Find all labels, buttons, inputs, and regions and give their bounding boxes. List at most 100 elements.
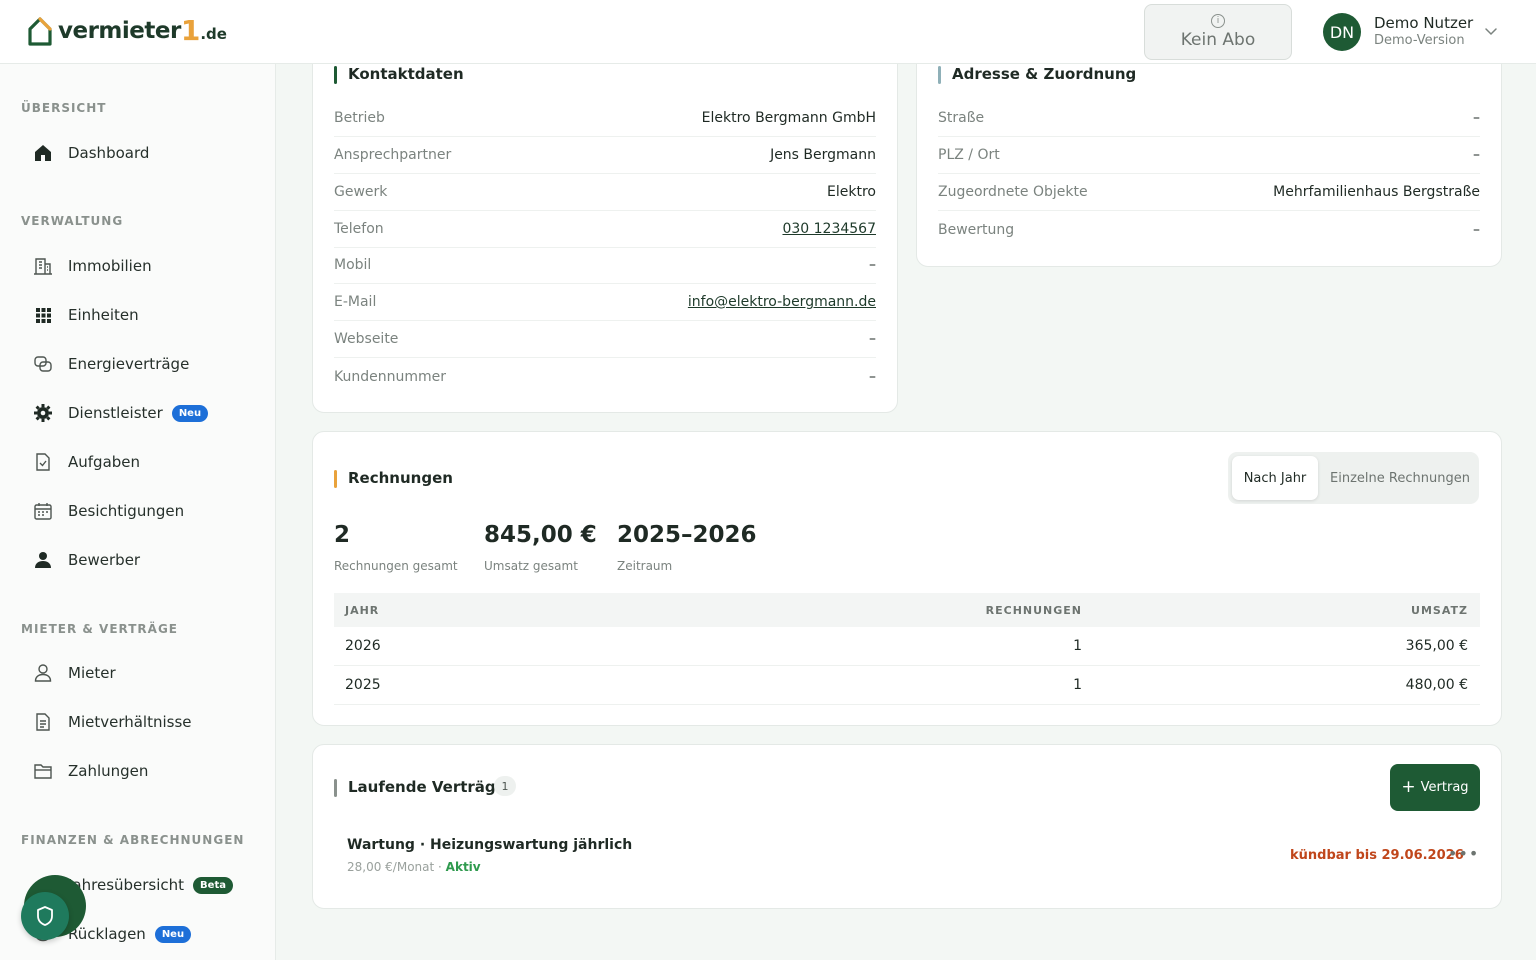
phone-link[interactable]: 030 1234567: [782, 221, 876, 237]
logo-number: 1: [180, 14, 201, 47]
kv-key: Ansprechpartner: [334, 147, 452, 163]
sidebar-item-dienstleister[interactable]: Dienstleister Neu: [22, 393, 254, 433]
top-bar: vermieter 1 .de i Kein Abo DN Demo Nutze…: [0, 0, 1536, 64]
calendar-icon: [22, 501, 64, 521]
sidebar-item-einheiten[interactable]: Einheiten: [22, 295, 254, 335]
contract-status: Aktiv: [445, 860, 481, 874]
kv-row: Mobil –: [334, 247, 876, 284]
user-name[interactable]: Demo Nutzer: [1374, 14, 1473, 32]
shield-icon: [37, 906, 53, 926]
table-row[interactable]: 2025 1 480,00 €: [334, 666, 1480, 705]
sidebar-item-aufgaben[interactable]: Aufgaben: [22, 442, 254, 482]
kv-row: Gewerk Elektro: [334, 174, 876, 211]
kv-row: PLZ / Ort –: [938, 137, 1480, 174]
grid-icon: [22, 305, 64, 325]
new-badge: Neu: [171, 404, 209, 422]
invoice-view-toggle: Nach Jahr Einzelne Rechnungen: [1228, 452, 1479, 504]
kv-value: Mehrfamilienhaus Bergstraße: [1273, 184, 1480, 200]
folder-icon: [22, 761, 64, 781]
sidebar-section-mieter-vertraege: MIETER & VERTRÄGE: [21, 622, 178, 636]
kv-key: Zugeordnete Objekte: [938, 184, 1088, 200]
kv-value: –: [1473, 147, 1480, 163]
sidebar-item-bewerber[interactable]: Bewerber: [22, 540, 254, 580]
sidebar-item-mietverhaeltnisse[interactable]: Mietverhältnisse: [22, 702, 254, 742]
contracts-count-badge: 1: [494, 776, 516, 796]
sidebar-item-mieter[interactable]: Mieter: [22, 653, 254, 693]
more-options-icon[interactable]: •••: [1448, 844, 1479, 863]
person-icon: [22, 663, 64, 683]
column-header-jahr[interactable]: JAHR: [345, 593, 379, 627]
stat-value: 2025–2026: [617, 522, 757, 548]
stat-label: Zeitraum: [617, 559, 673, 573]
document-icon: [22, 712, 64, 732]
sidebar-item-label: Aufgaben: [68, 453, 141, 471]
logo-text: vermieter: [58, 18, 181, 44]
tab-nach-jahr[interactable]: Nach Jahr: [1232, 456, 1318, 500]
sidebar-item-label: Einheiten: [68, 306, 139, 324]
gear-icon: [22, 403, 64, 423]
sidebar-section-finanzen: FINANZEN & ABRECHNUNGEN: [21, 833, 245, 847]
sidebar-item-label: Immobilien: [68, 257, 152, 275]
email-link[interactable]: info@elektro-bergmann.de: [688, 294, 876, 310]
add-contract-label: Vertrag: [1420, 780, 1469, 795]
kv-value: –: [869, 368, 876, 385]
contact-section-title: Kontaktdaten: [334, 65, 464, 84]
contract-title[interactable]: Wartung · Heizungswartung jährlich: [347, 837, 632, 853]
cell-umsatz: 480,00 €: [1405, 677, 1468, 693]
kv-value: Elektro: [827, 184, 876, 200]
user-subtitle: Demo-Version: [1374, 33, 1465, 48]
cell-umsatz: 365,00 €: [1405, 638, 1468, 654]
kv-row: Bewertung –: [938, 211, 1480, 248]
kv-row: Kundennummer –: [334, 358, 876, 395]
logo[interactable]: vermieter 1 .de: [28, 16, 227, 46]
table-row[interactable]: 2026 1 365,00 €: [334, 627, 1480, 666]
subscription-button[interactable]: i Kein Abo: [1144, 4, 1292, 60]
kv-key: Mobil: [334, 257, 372, 273]
sidebar-item-besichtigungen[interactable]: Besichtigungen: [22, 491, 254, 531]
kv-row: Betrieb Elektro Bergmann GmbH: [334, 100, 876, 137]
sidebar-item-label: Jahresübersicht: [68, 876, 185, 894]
add-contract-button[interactable]: + Vertrag: [1390, 764, 1480, 811]
sidebar-item-label: Zahlungen: [68, 762, 149, 780]
sidebar-section-uebersicht: ÜBERSICHT: [21, 101, 107, 115]
contracts-card: [312, 744, 1502, 909]
logo-domain: .de: [200, 25, 227, 43]
sidebar-item-dashboard[interactable]: Dashboard: [22, 133, 254, 173]
sidebar-item-energievertraege[interactable]: Energieverträge: [22, 344, 254, 384]
energy-icon: [22, 354, 64, 374]
column-header-rechnungen[interactable]: RECHNUNGEN: [986, 593, 1082, 627]
sidebar-item-label: Mieter: [68, 664, 116, 682]
stat-label: Umsatz gesamt: [484, 559, 578, 573]
column-header-umsatz[interactable]: UMSATZ: [1411, 593, 1468, 627]
table-header: JAHR RECHNUNGEN UMSATZ: [334, 593, 1480, 627]
kv-key: Betrieb: [334, 110, 385, 126]
contract-price: 28,00 €/Monat ·: [347, 860, 442, 874]
kv-key: E-Mail: [334, 294, 377, 310]
kv-value: –: [1473, 110, 1480, 126]
kv-key: PLZ / Ort: [938, 147, 1000, 163]
address-section-title: Adresse & Zuordnung: [938, 65, 1137, 84]
chevron-down-icon[interactable]: [1484, 24, 1498, 38]
cell-jahr: 2026: [345, 638, 381, 654]
contract-notice: kündbar bis 29.06.2026: [1290, 848, 1464, 863]
stat-value: 845,00 €: [484, 522, 597, 548]
invoices-section-title: Rechnungen: [334, 469, 453, 488]
sidebar-item-label: Mietverhältnisse: [68, 713, 192, 731]
building-icon: [22, 256, 64, 276]
section-accent: [334, 779, 337, 797]
tab-einzelne-rechnungen[interactable]: Einzelne Rechnungen: [1326, 456, 1474, 500]
section-title-text: Adresse & Zuordnung: [952, 65, 1137, 83]
security-fab[interactable]: [21, 892, 69, 940]
sidebar-item-label: Dienstleister: [68, 404, 163, 422]
stat-label: Rechnungen gesamt: [334, 559, 458, 573]
kv-row: Telefon 030 1234567: [334, 211, 876, 248]
kv-key: Kundennummer: [334, 368, 446, 385]
avatar[interactable]: DN: [1323, 13, 1361, 51]
sidebar-item-zahlungen[interactable]: Zahlungen: [22, 751, 254, 791]
sidebar-item-immobilien[interactable]: Immobilien: [22, 246, 254, 286]
kv-row: Straße –: [938, 100, 1480, 137]
sidebar-section-verwaltung: VERWALTUNG: [21, 214, 124, 228]
cell-rechnungen: 1: [1073, 638, 1082, 654]
kv-key: Telefon: [334, 221, 384, 237]
section-title-text: Rechnungen: [348, 469, 453, 487]
